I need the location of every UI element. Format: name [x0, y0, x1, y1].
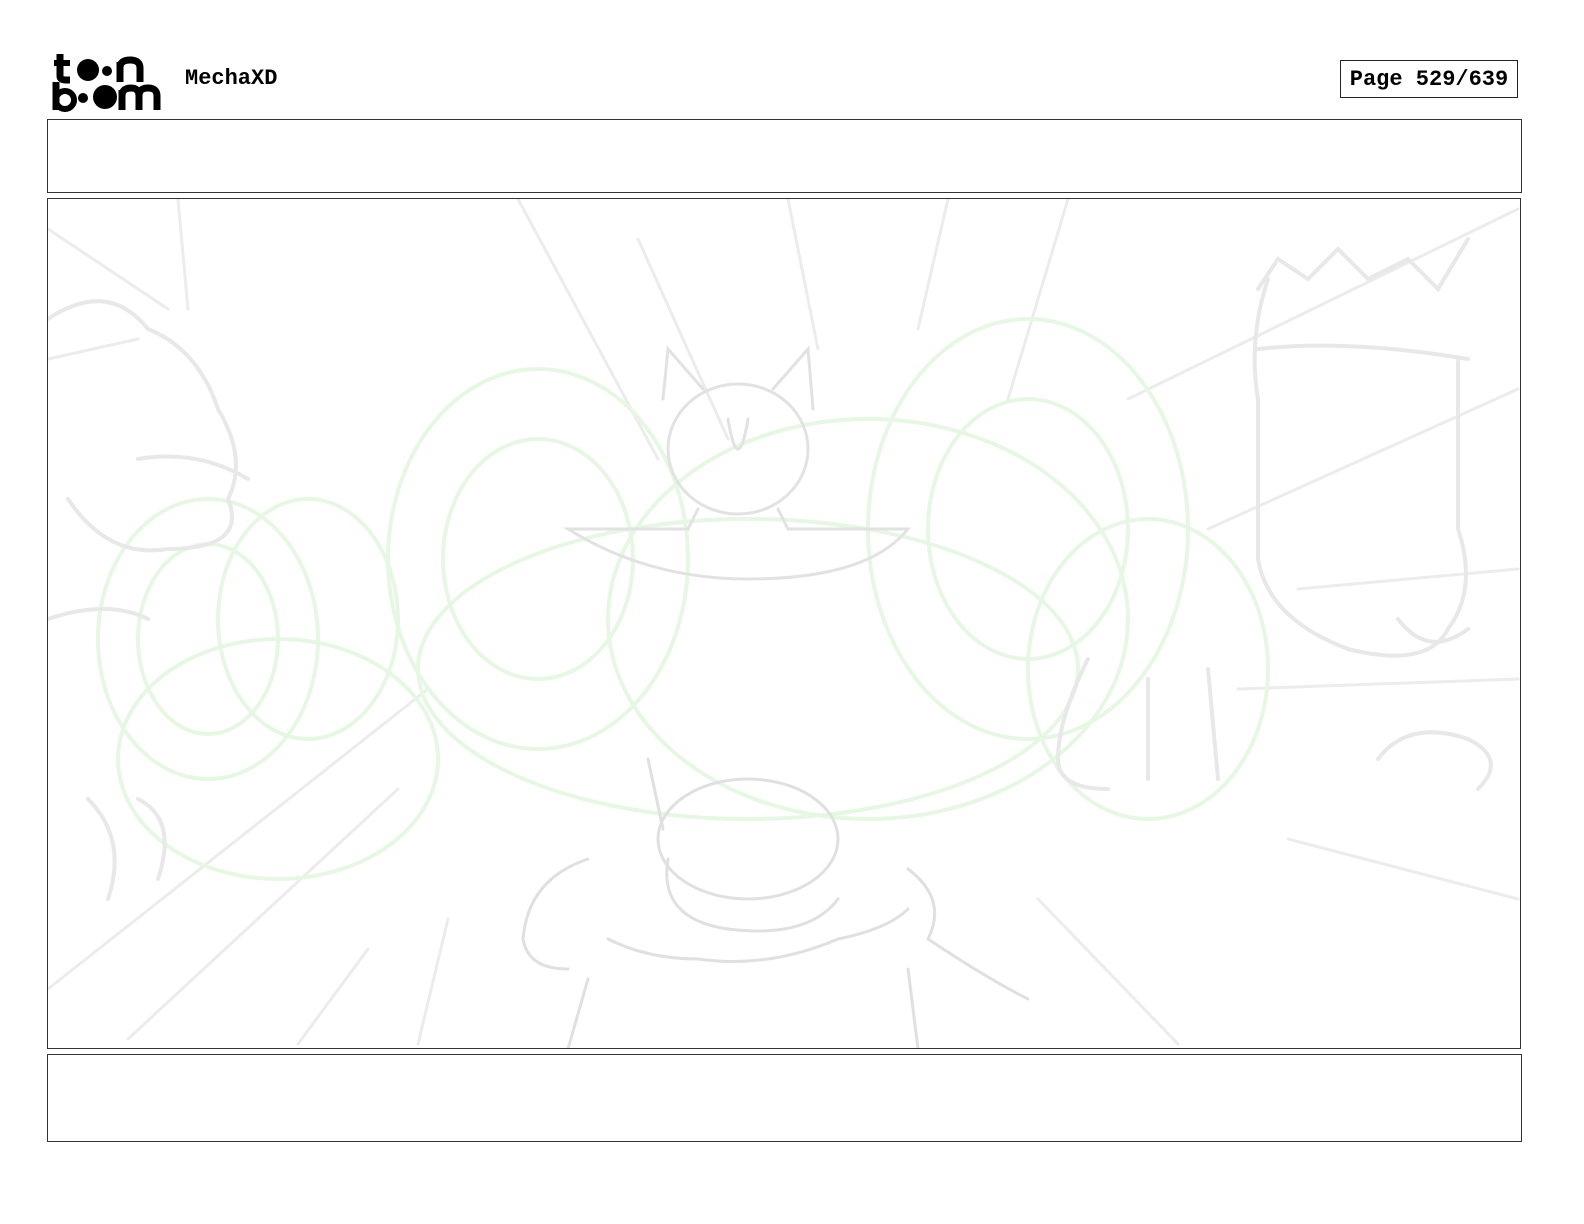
energy-swirls: [96, 317, 1270, 881]
storyboard-panel: [47, 198, 1521, 1049]
page-number: Page 529/639: [1340, 60, 1518, 98]
project-title: MechaXD: [185, 66, 278, 91]
dialogue-box[interactable]: [47, 119, 1522, 193]
toon-boom-logo: [52, 54, 161, 112]
panel-sketch: [48, 199, 1520, 1048]
notes-box[interactable]: [47, 1054, 1522, 1142]
right-creature: [1055, 237, 1493, 791]
